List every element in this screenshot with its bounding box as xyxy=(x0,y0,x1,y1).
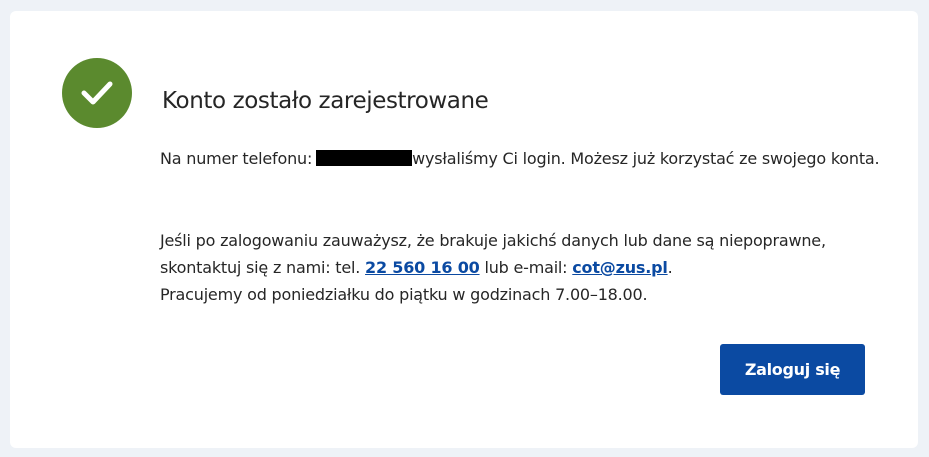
contact-period: . xyxy=(667,258,673,277)
working-hours-text: Pracujemy od poniedziałku do piątku w go… xyxy=(160,285,648,304)
contact-info-message: Jeśli po zalogowaniu zauważysz, że braku… xyxy=(160,227,880,308)
success-status-badge xyxy=(62,58,132,128)
page-title: Konto zostało zarejestrowane xyxy=(162,88,489,114)
phone-prefix-text: Na numer telefonu: xyxy=(160,149,313,168)
sms-info-message: Na numer telefonu: wysłaliśmy Ci login. M… xyxy=(160,145,880,172)
contact-email-link[interactable]: cot@zus.pl xyxy=(572,258,668,277)
contact-or-email-text: lub e-mail: xyxy=(484,258,568,277)
login-button[interactable]: Zaloguj się xyxy=(720,344,865,395)
registration-success-card: Konto zostało zarejestrowane Na numer te… xyxy=(10,11,918,448)
check-icon xyxy=(81,81,113,105)
phone-suffix-text: wysłaliśmy Ci login. Możesz już korzysta… xyxy=(412,149,880,168)
contact-phone-link[interactable]: 22 560 16 00 xyxy=(365,258,480,277)
masked-phone-number xyxy=(316,150,413,166)
